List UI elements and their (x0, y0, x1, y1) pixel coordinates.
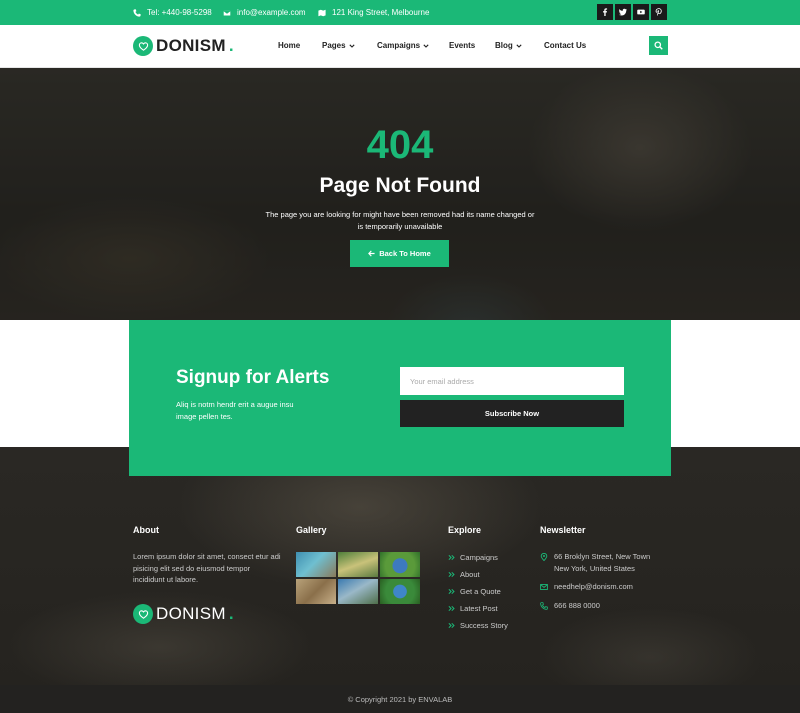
gallery-image[interactable] (380, 552, 420, 577)
signup-text: Aliq is notm hendr erit a augue insu ima… (176, 400, 294, 421)
envelope-icon (540, 584, 548, 590)
footer-gallery-heading: Gallery (296, 525, 327, 535)
site-footer: About Lorem ipsum dolor sit amet, consec… (0, 447, 800, 685)
logo-dot: . (228, 36, 234, 55)
nav-campaigns[interactable]: Campaigns (377, 41, 429, 50)
phone-icon (133, 8, 141, 17)
footer-explore-heading: Explore (448, 525, 482, 535)
nav-blog[interactable]: Blog (495, 41, 522, 50)
error-message: The page you are looking for might have … (265, 210, 535, 231)
gallery-image[interactable] (296, 552, 336, 577)
explore-link-about[interactable]: About (448, 570, 480, 579)
search-button[interactable] (649, 36, 668, 55)
footer-newsletter-heading: Newsletter (540, 525, 586, 535)
nav-pages-label: Pages (322, 41, 346, 50)
nav-home[interactable]: Home (278, 41, 300, 50)
topbar-address-text: 121 King Street, Melbourne (332, 8, 430, 17)
twitter-icon (619, 8, 627, 16)
nav-events-label: Events (449, 41, 476, 50)
nav-pages[interactable]: Pages (322, 41, 355, 50)
topbar-phone[interactable]: Tel: +440-98-5298 (133, 8, 212, 17)
double-chevron-right-icon (448, 622, 455, 629)
gallery-image[interactable] (296, 579, 336, 604)
explore-link-label: Success Story (460, 621, 508, 630)
nav-campaigns-label: Campaigns (377, 41, 421, 50)
double-chevron-right-icon (448, 571, 455, 578)
chevron-down-icon (423, 43, 429, 48)
error-title: Page Not Found (319, 174, 481, 197)
heart-hand-icon (133, 36, 153, 56)
top-bar: Tel: +440-98-5298 info@example.com 121 K… (0, 0, 800, 25)
chevron-down-icon (516, 43, 522, 48)
search-icon (654, 41, 663, 50)
double-chevron-right-icon (448, 588, 455, 595)
email-input[interactable] (400, 367, 624, 395)
twitter-link[interactable] (615, 4, 631, 20)
error-code: 404 (366, 123, 434, 167)
topbar-email[interactable]: info@example.com (223, 8, 306, 17)
facebook-link[interactable] (597, 4, 613, 20)
topbar-address: 121 King Street, Melbourne (318, 8, 429, 17)
explore-link-success-story[interactable]: Success Story (448, 621, 508, 630)
site-logo[interactable]: DONISM. (133, 36, 234, 56)
youtube-link[interactable] (633, 4, 649, 20)
explore-link-label: Latest Post (460, 604, 498, 613)
signup-panel: Signup for Alerts Aliq is notm hendr eri… (129, 320, 671, 476)
envelope-icon (223, 9, 231, 16)
subscribe-button[interactable]: Subscribe Now (400, 400, 624, 427)
newsletter-address-line1: 66 Broklyn Street, New Town (554, 552, 651, 561)
gallery-image[interactable] (380, 579, 420, 604)
double-chevron-right-icon (448, 554, 455, 561)
back-to-home-button[interactable]: Back To Home (350, 240, 449, 267)
chevron-down-icon (348, 43, 355, 48)
nav-contact[interactable]: Contact Us (544, 41, 586, 50)
footer-about-heading: About (133, 525, 159, 535)
double-chevron-right-icon (448, 605, 455, 612)
logo-text: DONISM (156, 36, 226, 55)
pinterest-link[interactable] (651, 4, 667, 20)
newsletter-address-line2: New York, United States (554, 563, 635, 573)
topbar-email-text: info@example.com (237, 8, 306, 17)
copyright-bar: © Copyright 2021 by ENVALAB (0, 685, 800, 713)
newsletter-email[interactable]: needhelp@donism.com (540, 581, 633, 593)
explore-link-campaigns[interactable]: Campaigns (448, 553, 498, 562)
site-header: DONISM. Home Pages Campaigns Events Blog… (0, 25, 800, 68)
phone-icon (540, 602, 548, 610)
heart-hand-icon (133, 604, 153, 624)
copyright-text: © Copyright 2021 by ENVALAB (347, 694, 453, 704)
newsletter-email-text: needhelp@donism.com (554, 582, 633, 591)
newsletter-address: 66 Broklyn Street, New Town New York, Un… (540, 551, 650, 574)
map-icon (318, 9, 326, 16)
pinterest-icon (655, 8, 662, 16)
signup-title: Signup for Alerts (176, 367, 330, 388)
nav-blog-label: Blog (495, 41, 513, 50)
nav-events[interactable]: Events (449, 41, 475, 50)
topbar-phone-text: Tel: +440-98-5298 (147, 8, 212, 17)
explore-link-label: Campaigns (460, 553, 498, 562)
footer-about-text: Lorem ipsum dolor sit amet, consect etur… (133, 552, 281, 584)
facebook-icon (603, 8, 608, 16)
explore-link-label: Get a Quote (460, 587, 501, 596)
newsletter-phone-text: 666 888 0000 (554, 601, 600, 610)
gallery-grid (296, 552, 420, 604)
gallery-image[interactable] (338, 579, 378, 604)
explore-link-latest-post[interactable]: Latest Post (448, 604, 498, 613)
youtube-icon (637, 9, 645, 15)
nav-home-label: Home (278, 41, 301, 50)
hero-banner: 404 Page Not Found The page you are look… (0, 68, 800, 320)
gallery-image[interactable] (338, 552, 378, 577)
arrow-left-icon (368, 250, 375, 257)
footer-logo-dot: . (228, 604, 234, 623)
explore-link-quote[interactable]: Get a Quote (448, 587, 501, 596)
footer-logo[interactable]: DONISM. (133, 604, 234, 624)
explore-link-label: About (460, 570, 480, 579)
nav-contact-label: Contact Us (544, 41, 587, 50)
back-to-home-label: Back To Home (379, 249, 431, 258)
footer-logo-text: DONISM (156, 604, 226, 623)
map-pin-icon (540, 553, 548, 561)
newsletter-phone[interactable]: 666 888 0000 (540, 600, 600, 612)
